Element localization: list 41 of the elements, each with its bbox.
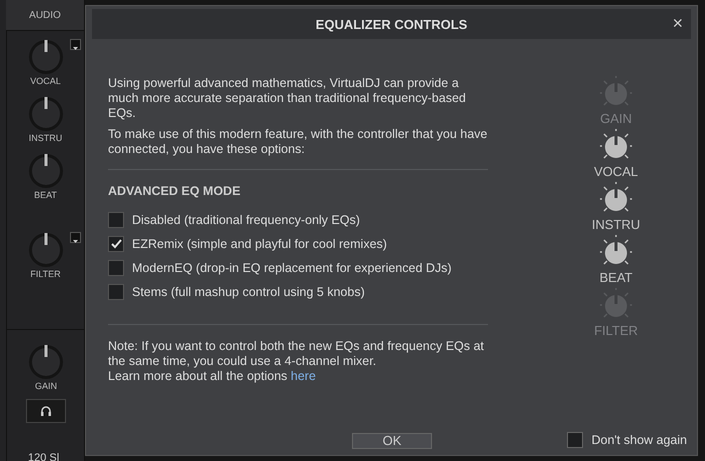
note-text: Note: If you want to control both the new EQs and frequency EQs at the same time, you could use a 4-channel mixer. (108, 339, 485, 369)
knob[interactable] (28, 153, 64, 189)
headphones-button[interactable] (26, 399, 66, 423)
option-label: EZRemix (simple and playful for cool remixes) (132, 237, 387, 251)
option-label: Disabled (traditional frequency-only EQs) (132, 213, 360, 227)
learn-more-text: Learn more about all the options here (108, 369, 317, 384)
intro-text: To make use of this modern feature, with the controller that you have connected, you have these options: (108, 127, 488, 157)
knob-label: BEAT (600, 270, 632, 285)
ok-button[interactable]: OK (352, 433, 432, 449)
dropdown-icon[interactable] (70, 232, 80, 243)
knob-label: VOCAL (594, 164, 638, 179)
knob[interactable] (28, 344, 64, 380)
knob[interactable] (28, 232, 64, 268)
knob-label: FILTER (30, 269, 61, 279)
checkbox[interactable] (108, 284, 124, 300)
knob[interactable] (28, 96, 64, 132)
checkbox[interactable] (108, 260, 124, 276)
checkmark-icon (110, 239, 122, 249)
knob-label: GAIN (34, 381, 57, 391)
knob-label: GAIN (600, 111, 632, 126)
knob-label: INSTRU (592, 217, 640, 232)
here-link[interactable]: here (290, 369, 316, 383)
knob-label: INSTRU (28, 133, 62, 143)
checkbox[interactable] (108, 236, 124, 252)
option-label: ModernEQ (drop-in EQ replacement for experienced DJs) (132, 261, 452, 275)
section-title: ADVANCED EQ MODE (108, 184, 242, 198)
checkbox[interactable] (108, 212, 124, 228)
option-label: Stems (full mashup control using 5 knobs) (132, 285, 365, 299)
checkbox[interactable] (567, 432, 584, 448)
panel-title: AUDIO (6, 0, 84, 31)
close-button[interactable]: × (672, 13, 683, 34)
knob-label: VOCAL (30, 76, 61, 86)
knob[interactable] (28, 39, 64, 75)
bpm-text: 120 Sl (28, 452, 60, 461)
dropdown-icon[interactable] (70, 39, 80, 50)
knob-label: FILTER (594, 323, 638, 338)
checkbox-label: Don't show again (591, 433, 687, 447)
knob-label: BEAT (34, 190, 57, 200)
headphones-icon (40, 405, 52, 417)
intro-text: Using powerful advanced mathematics, VirtualDJ can provide a much more accurate separation than traditional frequency-based EQs. (108, 76, 467, 121)
dialog-title: EQUALIZER CONTROLS (316, 16, 468, 32)
